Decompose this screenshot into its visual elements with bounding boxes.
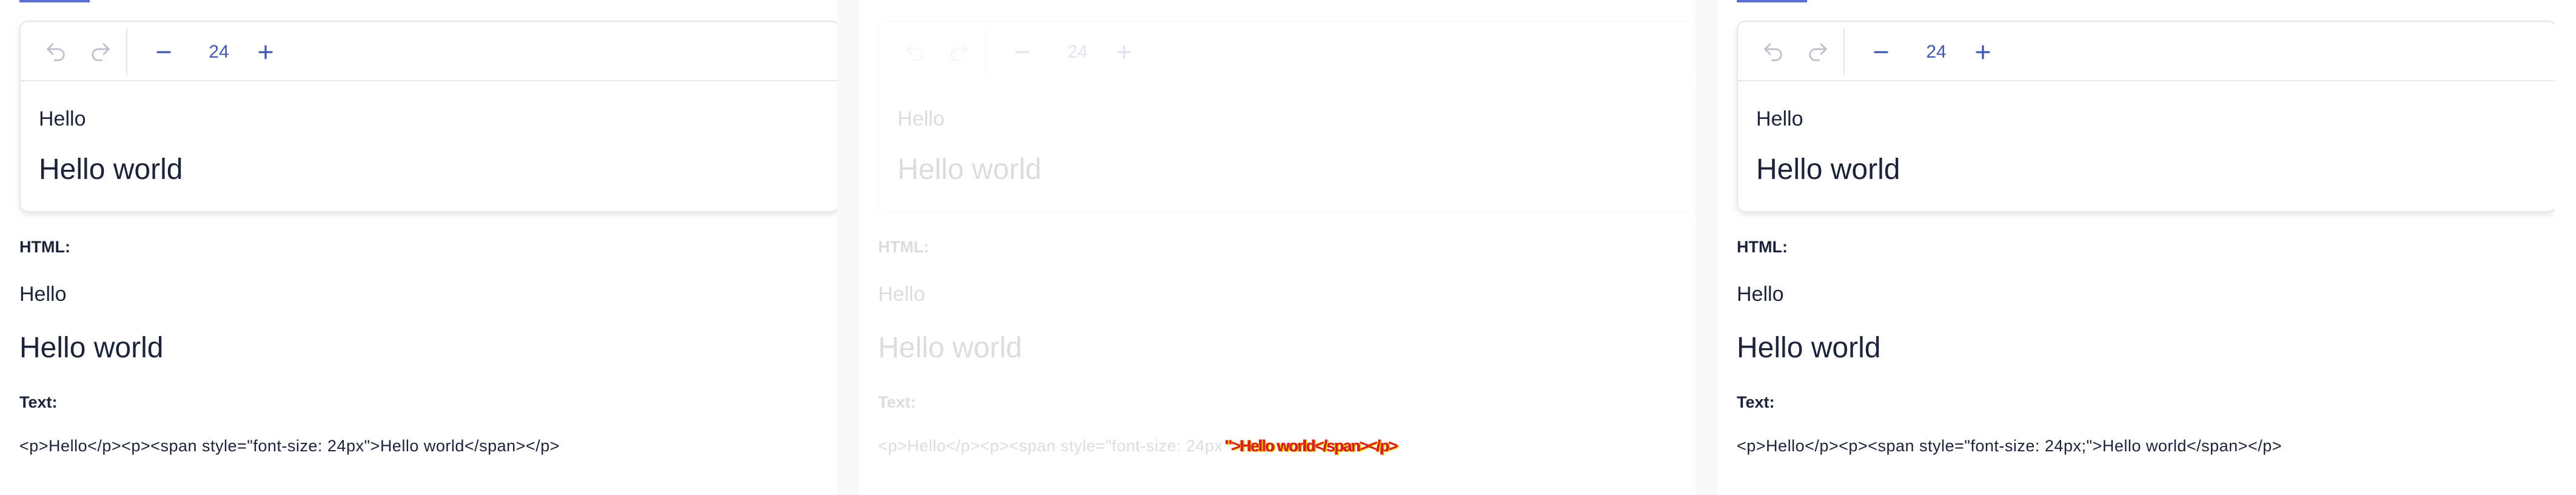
raw-html-text: <p>Hello</p><p><span style="font-size: 2…	[19, 437, 560, 455]
minus-icon	[1015, 51, 1030, 53]
toolbar-separator	[985, 28, 986, 75]
redo-button[interactable]	[942, 35, 976, 69]
editor-content[interactable]: Hello Hello world	[39, 107, 183, 187]
increase-font-size-button[interactable]	[249, 35, 283, 69]
panel-divider	[837, 0, 859, 495]
rich-text-editor[interactable]: 24 Hello Hello world	[19, 21, 837, 212]
panel-divider	[1696, 0, 1717, 495]
editor-paragraph[interactable]: Hello	[1756, 107, 1900, 131]
top-accent-bar	[1737, 0, 1807, 2]
editor-toolbar: 24	[879, 22, 1696, 81]
decrease-font-size-button[interactable]	[1005, 35, 1039, 69]
editor-paragraph-large[interactable]: Hello world	[39, 153, 183, 187]
toolbar-separator	[126, 28, 127, 75]
html-output-paragraph-large: Hello world	[1737, 332, 1881, 364]
minus-icon	[1874, 51, 1888, 53]
editor-toolbar: 24	[1738, 22, 2554, 81]
decrease-font-size-button[interactable]	[1864, 35, 1898, 69]
editor-paragraph[interactable]: Hello	[39, 107, 183, 131]
html-output-paragraph: Hello	[878, 283, 925, 306]
undo-icon	[47, 43, 65, 61]
editor-toolbar: 24	[21, 22, 837, 81]
font-size-value[interactable]: 24	[1044, 35, 1111, 69]
plus-icon	[1117, 45, 1132, 59]
html-section-label: HTML:	[1737, 238, 1788, 256]
minus-icon	[156, 51, 171, 53]
panel-left: 24 Hello Hello world HTML: Hello Hello w…	[0, 0, 837, 495]
redo-icon	[92, 43, 110, 61]
undo-button[interactable]	[1756, 35, 1790, 69]
rich-text-editor[interactable]: 24 Hello Hello world	[878, 21, 1696, 212]
html-section-label: HTML:	[19, 238, 70, 256]
editor-content[interactable]: Hello Hello world	[897, 107, 1041, 187]
undo-button[interactable]	[39, 35, 73, 69]
html-output-paragraph-large: Hello world	[19, 332, 164, 364]
plus-icon	[1976, 45, 1990, 59]
editor-content[interactable]: Hello Hello world	[1756, 107, 1900, 187]
plus-icon	[258, 45, 273, 59]
editor-paragraph-large[interactable]: Hello world	[897, 153, 1041, 187]
text-section-label: Text:	[19, 393, 58, 411]
redo-icon	[1809, 43, 1827, 61]
diff-highlight-text: ">Hello world</span></p>	[1225, 437, 1398, 455]
html-output-paragraph: Hello	[19, 283, 67, 306]
undo-icon	[905, 43, 924, 61]
rich-text-editor[interactable]: 24 Hello Hello world	[1737, 21, 2554, 212]
top-accent-bar	[19, 0, 90, 2]
increase-font-size-button[interactable]	[1966, 35, 2000, 69]
text-section-label: Text:	[878, 393, 916, 411]
redo-icon	[950, 43, 968, 61]
editor-paragraph-large[interactable]: Hello world	[1756, 153, 1900, 187]
raw-html-text: <p>Hello</p><p><span style="font-size: 2…	[878, 437, 1223, 455]
toolbar-separator	[1843, 28, 1845, 75]
decrease-font-size-button[interactable]	[147, 35, 181, 69]
raw-html-text: <p>Hello</p><p><span style="font-size: 2…	[1737, 437, 2283, 455]
redo-button[interactable]	[1801, 35, 1835, 69]
panel-middle: 24 Hello Hello world HTML: Hello Hello w…	[859, 0, 1696, 495]
html-section-label: HTML:	[878, 238, 929, 256]
font-size-value[interactable]: 24	[186, 35, 252, 69]
undo-icon	[1764, 43, 1782, 61]
undo-button[interactable]	[897, 35, 931, 69]
html-output-paragraph: Hello	[1737, 283, 1784, 306]
font-size-value[interactable]: 24	[1903, 35, 1970, 69]
html-output-paragraph-large: Hello world	[878, 332, 1022, 364]
panel-right: 24 Hello Hello world HTML: Hello Hello w…	[1717, 0, 2554, 495]
text-section-label: Text:	[1737, 393, 1775, 411]
redo-button[interactable]	[84, 35, 118, 69]
increase-font-size-button[interactable]	[1107, 35, 1141, 69]
editor-paragraph[interactable]: Hello	[897, 107, 1041, 131]
